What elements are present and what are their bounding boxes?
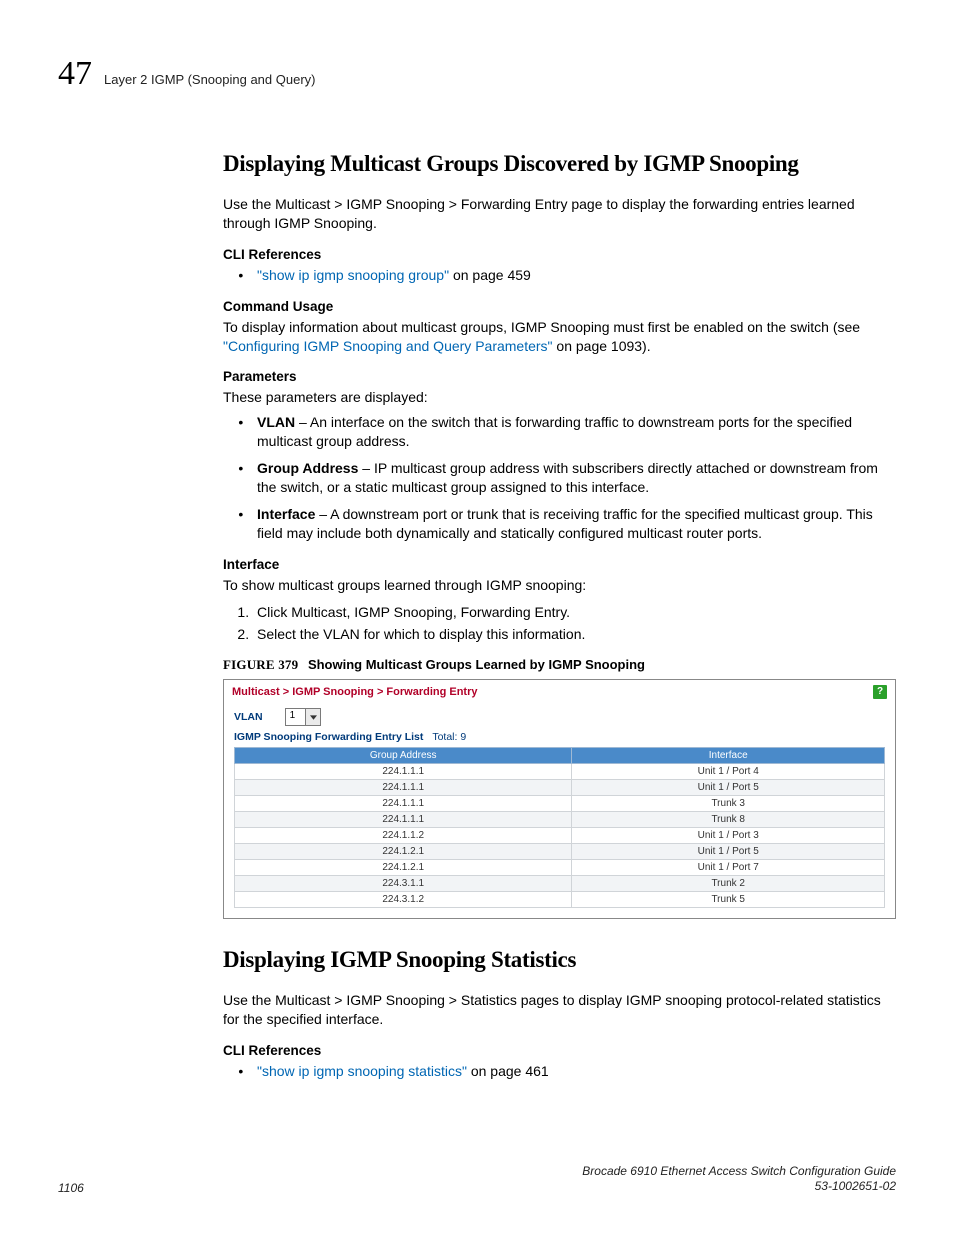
cell-interface: Unit 1 / Port 7 [572, 860, 885, 876]
param-term: Group Address [257, 460, 358, 476]
cell-interface: Trunk 5 [572, 892, 885, 908]
cli-link-tail: on page 459 [449, 267, 531, 283]
cli-link[interactable]: "show ip igmp snooping group" [257, 267, 449, 283]
list-item: Group Address – IP multicast group addre… [255, 459, 896, 497]
chevron-down-icon [305, 709, 320, 725]
list-title-text: IGMP Snooping Forwarding Entry List [234, 731, 423, 743]
cell-group-address: 224.1.1.1 [235, 812, 572, 828]
cell-interface: Trunk 2 [572, 876, 885, 892]
vlan-select[interactable]: 1 [285, 708, 322, 726]
list-title: IGMP Snooping Forwarding Entry List Tota… [224, 728, 895, 747]
vlan-select-value: 1 [286, 709, 306, 725]
cli-link[interactable]: "show ip igmp snooping statistics" [257, 1063, 467, 1079]
running-header: 47 Layer 2 IGMP (Snooping and Query) [58, 55, 896, 93]
step-item: Click Multicast, IGMP Snooping, Forwardi… [253, 601, 896, 623]
figure-label: FIGURE 379 [223, 657, 298, 672]
cell-interface: Unit 1 / Port 3 [572, 828, 885, 844]
cell-interface: Unit 1 / Port 4 [572, 764, 885, 780]
figure-caption: FIGURE 379 Showing Multicast Groups Lear… [223, 657, 896, 673]
command-usage-text: To display information about multicast g… [223, 318, 896, 356]
table-row: 224.1.1.1Unit 1 / Port 5 [235, 780, 885, 796]
section-heading: Displaying IGMP Snooping Statistics [223, 947, 896, 973]
section-intro: Use the Multicast > IGMP Snooping > Stat… [223, 991, 896, 1029]
parameters-intro: These parameters are displayed: [223, 388, 896, 407]
chapter-number: 47 [58, 55, 92, 93]
table-row: 224.3.1.1Trunk 2 [235, 876, 885, 892]
table-row: 224.1.1.1Unit 1 / Port 4 [235, 764, 885, 780]
table-row: 224.3.1.2Trunk 5 [235, 892, 885, 908]
help-icon[interactable]: ? [873, 685, 887, 699]
cli-references-heading: CLI References [223, 1043, 896, 1058]
figure-title: Showing Multicast Groups Learned by IGMP… [308, 657, 645, 672]
forwarding-table: Group Address Interface 224.1.1.1Unit 1 … [234, 747, 885, 908]
cell-interface: Unit 1 / Port 5 [572, 844, 885, 860]
cell-interface: Trunk 8 [572, 812, 885, 828]
total-count: Total: 9 [432, 731, 466, 743]
cell-group-address: 224.1.1.2 [235, 828, 572, 844]
cell-group-address: 224.3.1.1 [235, 876, 572, 892]
step-item: Select the VLAN for which to display thi… [253, 623, 896, 645]
interface-intro: To show multicast groups learned through… [223, 576, 896, 595]
screenshot-panel: Multicast > IGMP Snooping > Forwarding E… [223, 679, 896, 919]
cell-interface: Unit 1 / Port 5 [572, 780, 885, 796]
param-term: Interface [257, 506, 315, 522]
cell-group-address: 224.1.2.1 [235, 860, 572, 876]
cell-interface: Trunk 3 [572, 796, 885, 812]
table-row: 224.1.2.1Unit 1 / Port 7 [235, 860, 885, 876]
param-desc: – A downstream port or trunk that is rec… [257, 506, 873, 541]
table-row: 224.1.1.1Trunk 8 [235, 812, 885, 828]
cell-group-address: 224.3.1.2 [235, 892, 572, 908]
vlan-label: VLAN [234, 711, 263, 723]
section-intro: Use the Multicast > IGMP Snooping > Forw… [223, 195, 896, 233]
param-desc: – An interface on the switch that is for… [257, 414, 852, 449]
config-link[interactable]: "Configuring IGMP Snooping and Query Par… [223, 338, 553, 354]
breadcrumb: Multicast > IGMP Snooping > Forwarding E… [232, 686, 478, 698]
book-title: Brocade 6910 Ethernet Access Switch Conf… [582, 1164, 896, 1178]
parameters-heading: Parameters [223, 369, 896, 384]
col-header-interface: Interface [572, 748, 885, 764]
cell-group-address: 224.1.1.1 [235, 796, 572, 812]
table-row: 224.1.2.1Unit 1 / Port 5 [235, 844, 885, 860]
cli-references-heading: CLI References [223, 247, 896, 262]
cell-group-address: 224.1.1.1 [235, 764, 572, 780]
cli-link-tail: on page 461 [467, 1063, 549, 1079]
page-footer: 1106 Brocade 6910 Ethernet Access Switch… [58, 1164, 896, 1195]
interface-heading: Interface [223, 557, 896, 572]
table-row: 224.1.1.2Unit 1 / Port 3 [235, 828, 885, 844]
running-title: Layer 2 IGMP (Snooping and Query) [104, 72, 316, 87]
cell-group-address: 224.1.1.1 [235, 780, 572, 796]
list-item: Interface – A downstream port or trunk t… [255, 505, 896, 543]
page-number: 1106 [58, 1181, 84, 1195]
col-header-group-address: Group Address [235, 748, 572, 764]
text-run: on page 1093). [553, 338, 651, 354]
section-heading: Displaying Multicast Groups Discovered b… [223, 151, 896, 177]
list-item: VLAN – An interface on the switch that i… [255, 413, 896, 451]
table-row: 224.1.1.1Trunk 3 [235, 796, 885, 812]
command-usage-heading: Command Usage [223, 299, 896, 314]
param-term: VLAN [257, 414, 295, 430]
list-item: "show ip igmp snooping statistics" on pa… [255, 1062, 896, 1081]
text-run: To display information about multicast g… [223, 319, 860, 335]
cell-group-address: 224.1.2.1 [235, 844, 572, 860]
list-item: "show ip igmp snooping group" on page 45… [255, 266, 896, 285]
doc-number: 53-1002651-02 [815, 1179, 896, 1193]
